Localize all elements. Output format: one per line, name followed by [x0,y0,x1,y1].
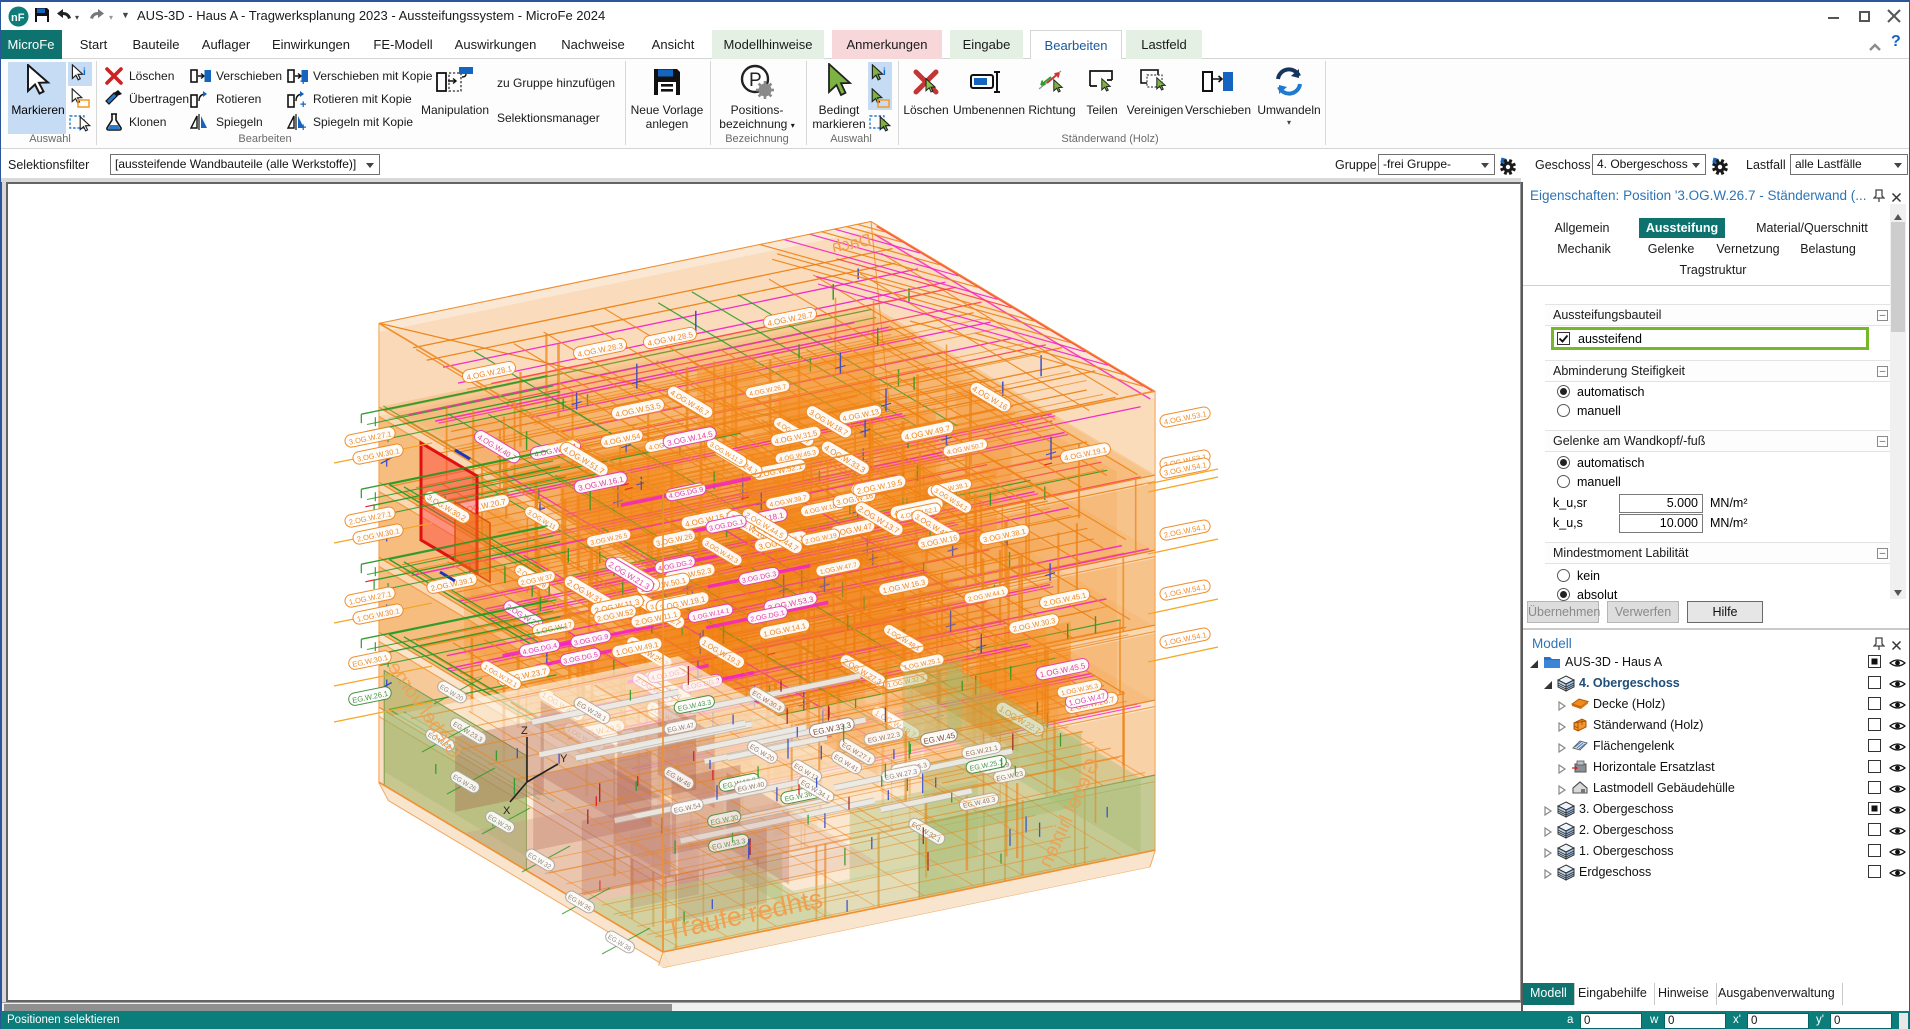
svg-text:Z: Z [521,725,528,737]
svg-text:+: + [300,99,306,109]
svg-text:i: i [83,67,86,78]
svg-text:+: + [300,76,306,86]
svg-text:+: + [300,122,306,132]
svg-text:nF: nF [11,12,25,24]
svg-text:X: X [503,805,511,817]
svg-text:Y: Y [560,753,568,765]
svg-text:i: i [883,67,886,78]
